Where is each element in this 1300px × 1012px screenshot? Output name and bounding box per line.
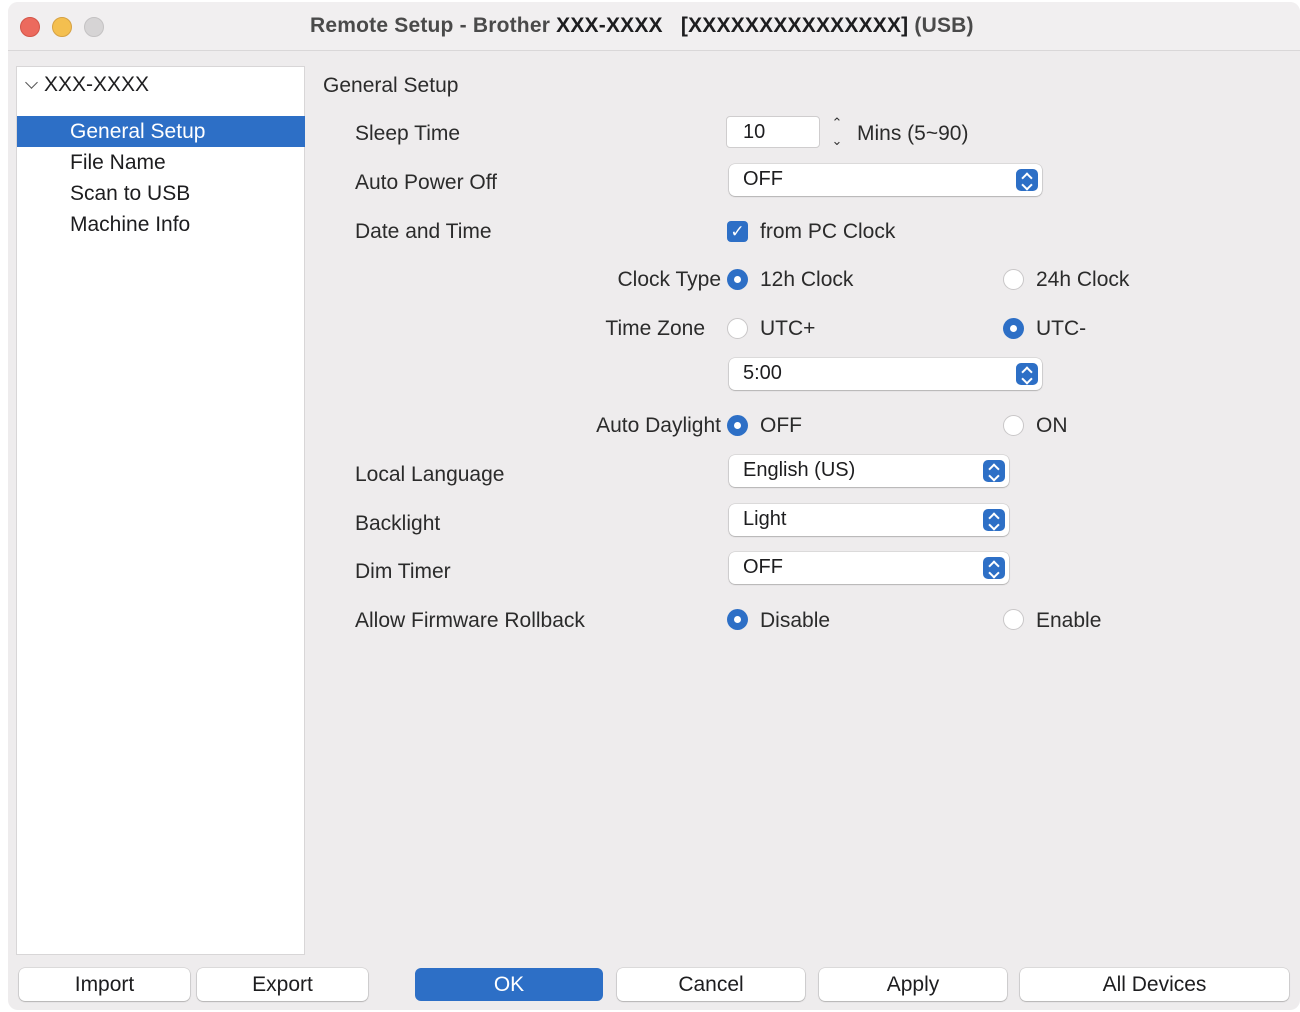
section-title: General Setup <box>323 74 459 97</box>
from-pc-clock-checkbox[interactable]: ✓ <box>727 221 748 242</box>
cancel-button[interactable]: Cancel <box>617 968 805 1001</box>
minimize-button[interactable] <box>52 17 72 37</box>
tree-root-label: XXX-XXXX <box>44 73 150 96</box>
clock-24h-radio[interactable] <box>1003 269 1024 290</box>
auto-power-off-label: Auto Power Off <box>355 171 498 194</box>
auto-daylight-on-radio[interactable] <box>1003 415 1024 436</box>
firmware-rollback-disable-radio[interactable] <box>727 609 748 630</box>
chevron-down-icon[interactable] <box>25 75 38 89</box>
zoom-button[interactable] <box>84 17 104 37</box>
sleep-time-unit: Mins (5~90) <box>857 122 969 145</box>
popup-arrows-icon <box>983 460 1005 482</box>
local-language-label: Local Language <box>355 463 505 486</box>
clock-12h-label[interactable]: 12h Clock <box>760 268 853 292</box>
utc-plus-label[interactable]: UTC+ <box>760 317 815 341</box>
popup-arrows-icon <box>983 557 1005 579</box>
auto-daylight-on-label[interactable]: ON <box>1036 414 1068 438</box>
time-zone-label: Time Zone <box>605 317 705 340</box>
apply-button[interactable]: Apply <box>819 968 1007 1001</box>
from-pc-clock-label[interactable]: from PC Clock <box>760 220 895 244</box>
dim-timer-value: OFF <box>743 556 783 578</box>
window-title-prefix: Remote Setup - Brother <box>310 14 557 37</box>
clock-type-label: Clock Type <box>617 268 722 291</box>
local-language-select[interactable]: English (US) <box>729 455 1009 487</box>
date-and-time-label: Date and Time <box>355 220 492 243</box>
stepper-down-icon[interactable]: ⌄ <box>832 133 843 149</box>
utc-minus-radio[interactable] <box>1003 318 1024 339</box>
export-button[interactable]: Export <box>197 968 368 1001</box>
title-bar[interactable]: Remote Setup - Brother XXX-XXXX [XXXXXXX… <box>8 2 1300 51</box>
checkmark-icon: ✓ <box>730 222 745 241</box>
auto-power-off-select[interactable]: OFF <box>729 164 1042 196</box>
tree-root-device[interactable]: XXX-XXXX <box>23 73 149 97</box>
auto-power-off-value: OFF <box>743 168 783 190</box>
auto-daylight-label: Auto Daylight <box>596 414 721 437</box>
sleep-time-input[interactable]: 10 <box>726 116 820 148</box>
stepper-up-icon[interactable]: ⌃ <box>832 115 843 131</box>
auto-daylight-off-radio[interactable] <box>727 415 748 436</box>
ok-button[interactable]: OK <box>415 968 603 1001</box>
firmware-rollback-enable-label[interactable]: Enable <box>1036 609 1101 633</box>
window-title-model: XXX-XXXX <box>556 14 663 37</box>
all-devices-button[interactable]: All Devices <box>1020 968 1289 1001</box>
backlight-select[interactable]: Light <box>729 504 1009 536</box>
utc-plus-radio[interactable] <box>727 318 748 339</box>
sidebar-item-scan-to-usb[interactable]: Scan to USB <box>17 178 305 209</box>
local-language-value: English (US) <box>743 459 856 481</box>
clock-12h-radio[interactable] <box>727 269 748 290</box>
firmware-rollback-label: Allow Firmware Rollback <box>355 609 585 632</box>
sidebar-item-machine-info[interactable]: Machine Info <box>17 209 305 240</box>
backlight-label: Backlight <box>355 512 441 535</box>
auto-daylight-off-label[interactable]: OFF <box>760 414 802 438</box>
firmware-rollback-disable-label[interactable]: Disable <box>760 609 830 633</box>
utc-minus-label[interactable]: UTC- <box>1036 317 1086 341</box>
remote-setup-window: Remote Setup - Brother XXX-XXXX [XXXXXXX… <box>8 2 1300 1010</box>
popup-arrows-icon <box>1016 169 1038 191</box>
clock-24h-label[interactable]: 24h Clock <box>1036 268 1129 292</box>
backlight-value: Light <box>743 508 787 530</box>
firmware-rollback-enable-radio[interactable] <box>1003 609 1024 630</box>
popup-arrows-icon <box>1016 363 1038 385</box>
window-title-serial: [XXXXXXXXXXXXXXX] <box>662 14 909 37</box>
sidebar-item-file-name[interactable]: File Name <box>17 147 305 178</box>
popup-arrows-icon <box>983 509 1005 531</box>
import-button[interactable]: Import <box>19 968 190 1001</box>
window-title-suffix: (USB) <box>908 14 974 37</box>
sidebar-tree: XXX-XXXX General Setup File Name Scan to… <box>16 66 305 955</box>
dim-timer-select[interactable]: OFF <box>729 552 1009 584</box>
sidebar-item-general-setup[interactable]: General Setup <box>17 116 305 147</box>
dim-timer-label: Dim Timer <box>355 560 451 583</box>
close-button[interactable] <box>20 17 40 37</box>
time-offset-value: 5:00 <box>743 362 782 384</box>
stepper-arrows-icon[interactable]: ⌃ ⌄ <box>827 115 847 149</box>
sleep-time-label: Sleep Time <box>355 122 461 145</box>
window-title: Remote Setup - Brother XXX-XXXX [XXXXXXX… <box>310 14 974 38</box>
time-offset-select[interactable]: 5:00 <box>729 358 1042 390</box>
